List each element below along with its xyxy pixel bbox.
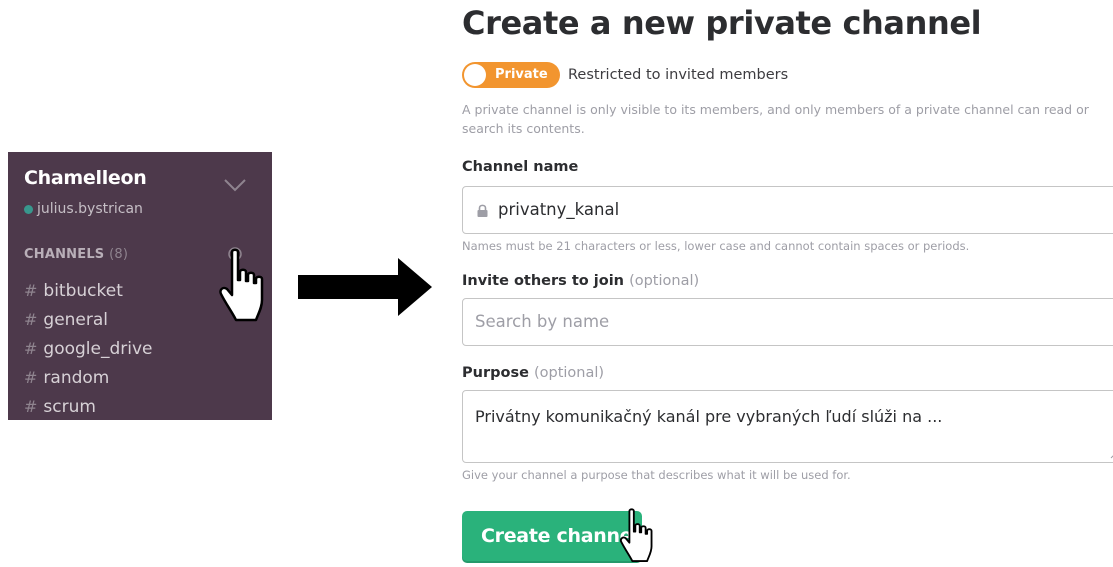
channel-name-input[interactable]: privatny_kanal	[462, 186, 1113, 234]
channel-name-label: Channel name	[462, 159, 579, 175]
hash-icon: #	[24, 310, 38, 329]
invite-placeholder: Search by name	[475, 312, 610, 331]
channel-label: google_drive	[43, 339, 153, 359]
toggle-description: Restricted to invited members	[568, 67, 789, 83]
invite-search-input[interactable]: Search by name	[462, 298, 1113, 346]
hash-icon: #	[24, 368, 38, 387]
username: julius.bystrican	[37, 201, 143, 217]
toggle-label: Private	[495, 67, 548, 82]
tutorial-stage: Chamelleon julius.bystrican CHANNELS (8)…	[0, 0, 1113, 567]
sidebar-item-random[interactable]: # random	[24, 363, 153, 392]
hash-icon: #	[24, 339, 38, 358]
channel-label: bitbucket	[43, 281, 123, 301]
create-channel-button[interactable]: Create channel	[462, 511, 642, 561]
presence-dot	[24, 204, 33, 214]
privacy-toggle[interactable]: Private	[462, 62, 560, 88]
channel-label: random	[43, 368, 110, 388]
invite-label-text: Invite others to join	[462, 273, 624, 289]
sidebar-item-general[interactable]: # general	[24, 305, 153, 334]
user-status: julius.bystrican	[24, 201, 143, 217]
sidebar-item-scrum[interactable]: # scrum	[24, 392, 153, 420]
channel-name-value: privatny_kanal	[498, 200, 620, 219]
channel-label: general	[43, 310, 109, 330]
private-help-text: A private channel is only visible to its…	[462, 102, 1089, 136]
channels-count: (8)	[109, 247, 129, 262]
lock-icon	[477, 204, 488, 217]
purpose-label: Purpose (optional)	[462, 365, 604, 381]
channel-label: scrum	[43, 397, 96, 417]
toggle-knob	[464, 64, 486, 86]
team-name[interactable]: Chamelleon	[24, 167, 147, 189]
purpose-value: Privátny komunikačný kanál pre vybraných…	[475, 407, 943, 426]
purpose-optional: (optional)	[533, 365, 605, 381]
channels-header[interactable]: CHANNELS (8)	[24, 247, 128, 262]
hand-pointer-icon	[219, 248, 264, 322]
sidebar-item-google-drive[interactable]: # google_drive	[24, 334, 153, 363]
purpose-hint: Give your channel a purpose that describ…	[462, 468, 851, 482]
page-title: Create a new private channel	[462, 4, 982, 42]
hand-pointer-icon	[620, 508, 653, 563]
channel-list: # bitbucket # general # google_drive # rando…	[24, 276, 153, 420]
invite-optional: (optional)	[629, 273, 700, 289]
purpose-textarea[interactable]: Privátny komunikačný kanál pre vybraných…	[462, 390, 1113, 463]
channels-header-label: CHANNELS	[24, 247, 105, 262]
invite-label: Invite others to join (optional)	[462, 273, 699, 289]
hash-icon: #	[24, 281, 38, 300]
sidebar-item-bitbucket[interactable]: # bitbucket	[24, 276, 153, 305]
right-arrow-icon	[298, 258, 432, 316]
chevron-down-icon[interactable]	[222, 178, 248, 192]
hash-icon: #	[24, 397, 38, 416]
privacy-toggle-row: Private Restricted to invited members	[462, 62, 788, 88]
channel-name-hint: Names must be 21 characters or less, low…	[462, 239, 970, 253]
purpose-label-text: Purpose	[462, 365, 529, 381]
